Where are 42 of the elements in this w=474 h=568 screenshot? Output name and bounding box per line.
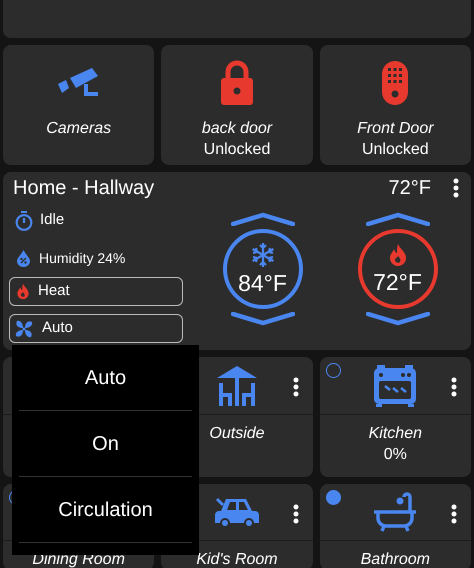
device-tile[interactable]: Cameras xyxy=(3,45,154,165)
device-tile[interactable]: Kitchen 0% xyxy=(320,357,471,477)
current-temperature: 72°F xyxy=(388,176,431,201)
setpoint-dial[interactable]: 72°F xyxy=(358,229,438,309)
fan-mode-button[interactable]: Auto xyxy=(9,314,183,343)
tile-name: Cameras xyxy=(46,119,112,139)
humidity-reading: Humidity 24% xyxy=(39,248,126,268)
more-options-icon[interactable] xyxy=(450,504,457,524)
device-tile[interactable]: Bathroom xyxy=(320,484,471,568)
mode-button[interactable]: Heat xyxy=(9,277,183,306)
lock-state: Unlocked xyxy=(362,140,429,160)
keypad-icon xyxy=(381,60,410,106)
thermostat-title: Home - Hallway xyxy=(13,176,156,201)
tile-name: Bathroom xyxy=(360,550,430,568)
tile-name: Front Door xyxy=(357,119,434,139)
oven-icon xyxy=(373,364,418,408)
menu-item[interactable]: On xyxy=(19,411,192,477)
timer-icon xyxy=(15,210,33,230)
flame-icon xyxy=(16,283,30,300)
patio-table-icon xyxy=(216,364,258,406)
fan-icon xyxy=(14,318,34,338)
more-options-icon[interactable] xyxy=(453,178,459,198)
bathtub-icon xyxy=(372,492,418,532)
padlock-icon xyxy=(218,60,255,106)
more-options-icon[interactable] xyxy=(292,504,299,524)
flame-icon xyxy=(388,243,408,267)
tile-name: Kid's Room xyxy=(196,550,278,568)
humidity-drop-icon xyxy=(17,250,30,266)
device-tile[interactable]: Front Door Unlocked xyxy=(320,45,471,165)
more-options-icon[interactable] xyxy=(292,377,299,397)
snowflake-icon xyxy=(250,242,276,268)
lock-state: Unlocked xyxy=(204,140,270,160)
setpoint-dial[interactable]: 84°F xyxy=(222,229,302,309)
tile-name: back door xyxy=(202,119,272,139)
operating-state: Idle xyxy=(40,210,64,230)
tile-value: 0% xyxy=(384,445,407,465)
menu-item[interactable]: Circulation xyxy=(19,477,192,543)
device-tile[interactable]: back door Unlocked xyxy=(161,45,313,165)
more-options-icon[interactable] xyxy=(450,377,457,397)
tile-name: Outside xyxy=(209,424,265,444)
menu-item[interactable]: Auto xyxy=(19,345,192,411)
tile-name: Kitchen xyxy=(368,424,422,444)
